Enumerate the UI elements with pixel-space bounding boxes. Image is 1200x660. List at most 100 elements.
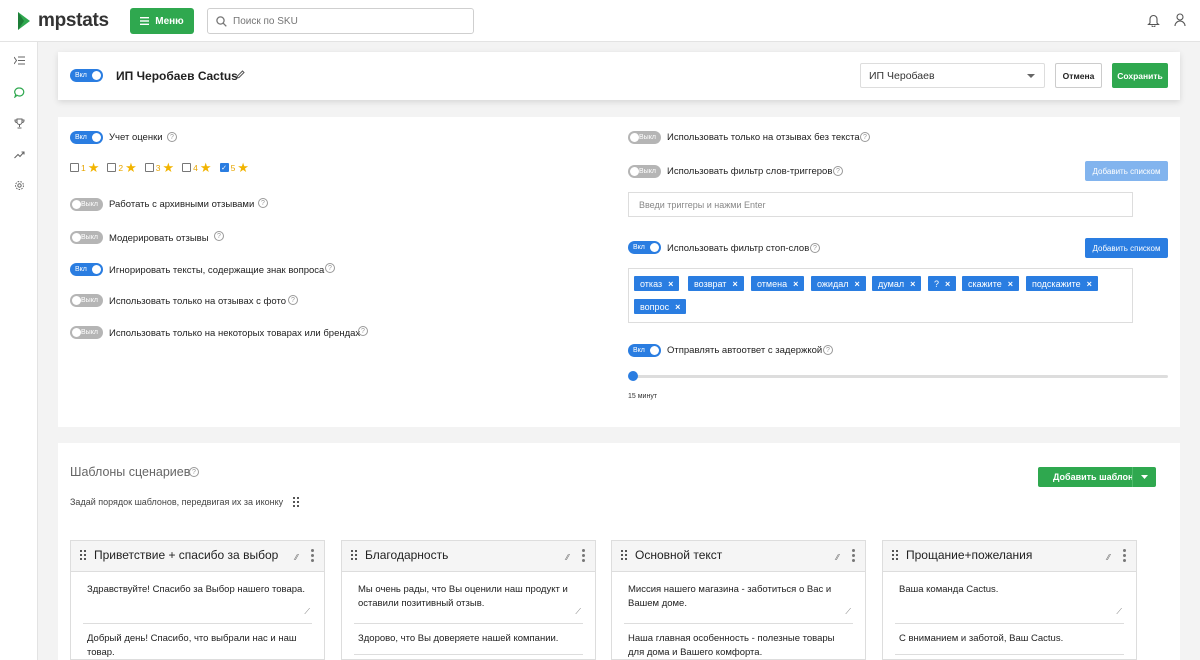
rating-1[interactable]: 1 ★	[70, 161, 99, 174]
delay-toggle[interactable]: Вкл	[628, 344, 661, 357]
template-message[interactable]: Мы очень рады, что Вы оценили наш продук…	[354, 572, 583, 624]
stopword-tag: думал ×	[872, 276, 922, 291]
more-icon[interactable]	[1123, 549, 1126, 564]
rating-4[interactable]: 4 ★	[182, 160, 212, 175]
trending-icon[interactable]	[11, 146, 27, 162]
menu-button[interactable]: Меню	[130, 8, 194, 34]
stopword-tag: подскажите ×	[1026, 276, 1098, 291]
help-icon[interactable]: ?	[833, 166, 843, 176]
rating-value: 3	[155, 162, 161, 173]
photo-only-label: Использовать только на отзывах с фото	[109, 296, 286, 307]
checkbox[interactable]	[107, 163, 117, 172]
expand-sidebar-icon[interactable]	[11, 52, 27, 68]
triggers-toggle[interactable]: Выкл	[628, 165, 661, 178]
edit-icon[interactable]: ⁄⁄	[836, 553, 839, 562]
help-icon[interactable]: ?	[167, 132, 177, 142]
close-icon[interactable]: ×	[1087, 279, 1092, 289]
some-goods-toggle[interactable]: Выкл	[70, 326, 103, 339]
help-icon[interactable]: ?	[214, 231, 224, 241]
close-icon[interactable]: ×	[945, 279, 950, 289]
stopwords-toggle[interactable]: Вкл	[628, 241, 661, 254]
help-icon[interactable]: ?	[358, 326, 368, 336]
add-template-button[interactable]: Добавить шаблон	[1038, 467, 1156, 487]
help-icon[interactable]: ?	[823, 345, 833, 355]
pencil-icon[interactable]	[236, 70, 245, 79]
resize-icon[interactable]: ⟋	[845, 605, 851, 619]
archive-label: Работать с архивными отзывами	[109, 199, 255, 210]
help-icon[interactable]: ?	[288, 295, 298, 305]
close-icon[interactable]: ×	[854, 279, 859, 289]
checkbox[interactable]	[70, 163, 79, 172]
checkbox-checked[interactable]: ✓	[219, 163, 229, 172]
store-select[interactable]: ИП Черобаев	[860, 63, 1045, 88]
photo-only-toggle[interactable]: Выкл	[70, 294, 103, 307]
rating-3[interactable]: 3 ★	[144, 161, 174, 174]
template-message[interactable]: Миссия нашего магазина - заботиться о Ва…	[624, 572, 853, 624]
user-icon[interactable]	[1174, 13, 1186, 27]
template-message[interactable]: Наша главная особенность - полезные това…	[624, 624, 853, 660]
save-button[interactable]: Сохранить	[1112, 63, 1168, 88]
more-icon[interactable]	[852, 549, 855, 564]
ignore-question-label: Игнорировать тексты, содержащие знак воп…	[109, 265, 325, 276]
template-message[interactable]: Ваша команда Cactus. ⟋	[895, 572, 1124, 624]
resize-icon[interactable]: ⟋	[1116, 605, 1122, 619]
drag-handle-icon[interactable]	[621, 550, 629, 562]
triggers-input[interactable]: Введи триггеры и нажми Enter	[628, 192, 1133, 217]
triggers-add-list-button[interactable]: Добавить списком	[1085, 161, 1168, 181]
edit-icon[interactable]: ⁄⁄	[566, 553, 569, 562]
close-icon[interactable]: ×	[668, 279, 673, 289]
drag-handle-icon[interactable]	[892, 550, 900, 562]
help-icon[interactable]: ?	[325, 263, 335, 273]
archive-toggle[interactable]: Выкл	[70, 198, 103, 211]
template-message[interactable]: Здравствуйте! Спасибо за Выбор нашего то…	[83, 572, 312, 624]
help-icon[interactable]: ?	[810, 243, 820, 253]
search-box[interactable]	[207, 8, 474, 34]
store-toggle[interactable]: Вкл	[70, 69, 103, 82]
help-icon[interactable]: ?	[189, 467, 199, 477]
stopwords-add-list-button[interactable]: Добавить списком	[1085, 238, 1168, 258]
rating-2[interactable]: 2 ★	[107, 161, 137, 174]
checkbox[interactable]	[144, 163, 154, 172]
more-icon[interactable]	[582, 549, 585, 564]
resize-icon[interactable]: ⟋	[575, 605, 581, 619]
logo[interactable]: mpstats	[16, 10, 109, 32]
resize-icon[interactable]: ⟋	[304, 605, 310, 619]
rating-5[interactable]: ✓ 5 ★	[219, 161, 249, 174]
drag-handle-icon[interactable]	[351, 550, 359, 562]
bell-icon[interactable]	[1147, 13, 1160, 27]
moderate-toggle[interactable]: Выкл	[70, 231, 103, 244]
moderate-label: Модерировать отзывы	[109, 233, 209, 244]
close-icon[interactable]: ×	[793, 279, 798, 289]
delay-slider-handle[interactable]	[628, 371, 638, 381]
cancel-button[interactable]: Отмена	[1055, 63, 1102, 88]
help-icon[interactable]: ?	[860, 132, 870, 142]
help-icon[interactable]: ?	[258, 198, 268, 208]
trophy-icon[interactable]	[11, 115, 27, 131]
no-text-toggle[interactable]: Выкл	[628, 131, 661, 144]
template-message[interactable]: Добрый день! Спасибо, что выбрали нас и …	[83, 624, 312, 660]
menu-label: Меню	[155, 15, 184, 27]
close-icon[interactable]: ×	[732, 279, 737, 289]
search-input[interactable]	[233, 15, 453, 27]
close-icon[interactable]: ×	[1008, 279, 1013, 289]
template-card: Приветствие + спасибо за выбор ⁄⁄ Здравс…	[70, 540, 325, 660]
template-message[interactable]: С вниманием и заботой, Ваш Cactus.	[895, 624, 1124, 655]
chat-icon[interactable]	[11, 84, 27, 100]
drag-handle-icon[interactable]	[80, 550, 88, 562]
more-icon[interactable]	[311, 549, 314, 564]
message-text: Мы очень рады, что Вы оценили наш продук…	[358, 584, 568, 609]
edit-icon[interactable]: ⁄⁄	[1107, 553, 1110, 562]
ignore-question-toggle[interactable]: Вкл	[70, 263, 103, 276]
edit-icon[interactable]: ⁄⁄	[295, 553, 298, 562]
stopwords-label: Использовать фильтр стоп-слов	[667, 243, 810, 254]
close-icon[interactable]: ×	[675, 302, 680, 312]
template-message[interactable]: Здорово, что Вы доверяете нашей компании…	[354, 624, 583, 655]
star-icon: ★	[199, 160, 212, 175]
delay-slider-track[interactable]	[633, 375, 1168, 378]
close-icon[interactable]: ×	[910, 279, 915, 289]
caret-down-icon[interactable]	[1132, 467, 1156, 487]
rating-value: 1	[81, 162, 86, 173]
gear-icon[interactable]	[11, 177, 27, 193]
checkbox[interactable]	[182, 163, 192, 172]
rating-toggle[interactable]: Вкл	[70, 131, 103, 144]
